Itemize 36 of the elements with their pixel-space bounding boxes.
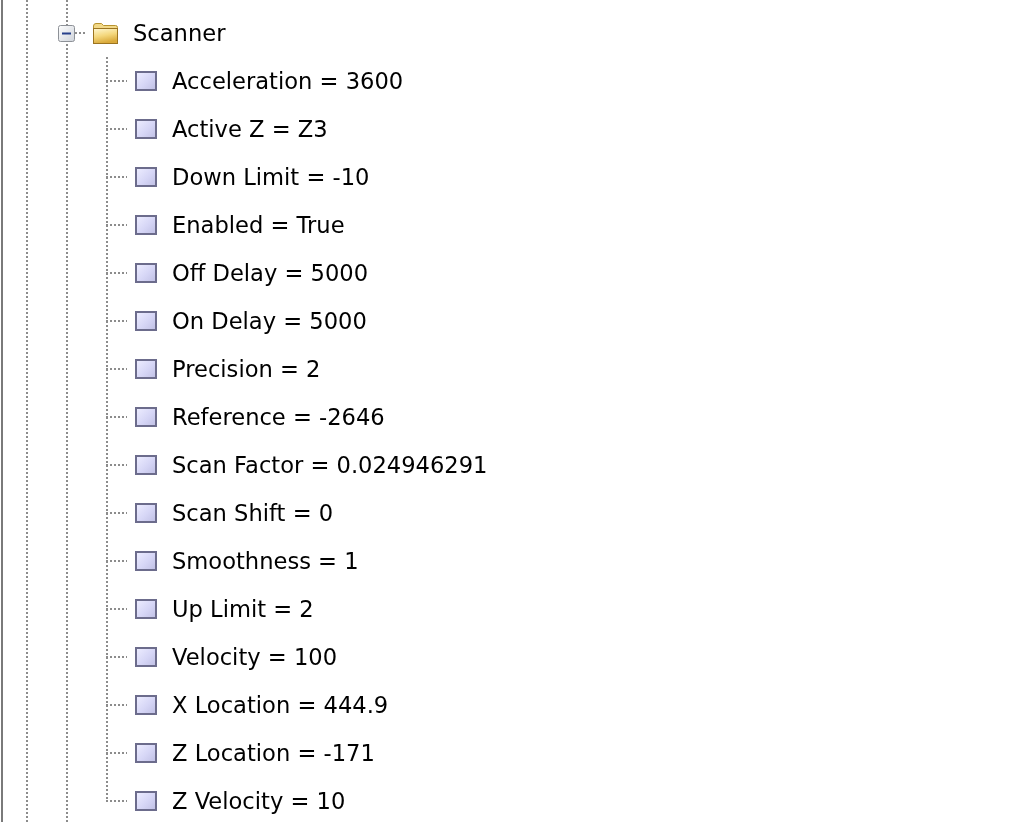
- tree-item[interactable]: Active Z = Z3: [171, 115, 329, 143]
- square-icon: [135, 215, 157, 235]
- collapse-toggle[interactable]: [58, 24, 75, 42]
- tree-item[interactable]: Velocity = 100: [171, 643, 339, 671]
- square-icon: [135, 551, 157, 571]
- tree-item[interactable]: Reference = -2646: [171, 403, 386, 431]
- square-icon: [135, 167, 157, 187]
- folder-icon: [92, 21, 119, 45]
- tree-item[interactable]: X Location = 444.9: [171, 691, 390, 719]
- square-icon: [135, 647, 157, 667]
- square-icon: [135, 455, 157, 475]
- tree-item[interactable]: Scanner: [132, 19, 227, 47]
- tree-item[interactable]: Scan Shift = 0: [171, 499, 335, 527]
- square-icon: [135, 791, 157, 811]
- square-icon: [135, 503, 157, 523]
- tree-item[interactable]: Off Delay = 5000: [171, 259, 370, 287]
- square-icon: [135, 407, 157, 427]
- square-icon: [135, 599, 157, 619]
- tree-item[interactable]: Down Limit = -10: [171, 163, 371, 191]
- tree-item[interactable]: Up Limit = 2: [171, 595, 315, 623]
- tree-item[interactable]: Enabled = True: [171, 211, 346, 239]
- square-icon: [135, 263, 157, 283]
- square-icon: [135, 71, 157, 91]
- square-icon: [135, 743, 157, 763]
- square-icon: [135, 311, 157, 331]
- tree-item[interactable]: Smoothness = 1: [171, 547, 360, 575]
- tree-item[interactable]: Acceleration = 3600: [171, 67, 405, 95]
- tree-item[interactable]: Scan Factor = 0.024946291: [171, 451, 489, 479]
- tree-item[interactable]: Z Location = -171: [171, 739, 376, 767]
- tree-item[interactable]: Z Velocity = 10: [171, 787, 347, 815]
- square-icon: [135, 119, 157, 139]
- square-icon: [135, 695, 157, 715]
- tree-item[interactable]: On Delay = 5000: [171, 307, 368, 335]
- tree-item[interactable]: Precision = 2: [171, 355, 322, 383]
- square-icon: [135, 359, 157, 379]
- tree-connector-line: [75, 32, 87, 34]
